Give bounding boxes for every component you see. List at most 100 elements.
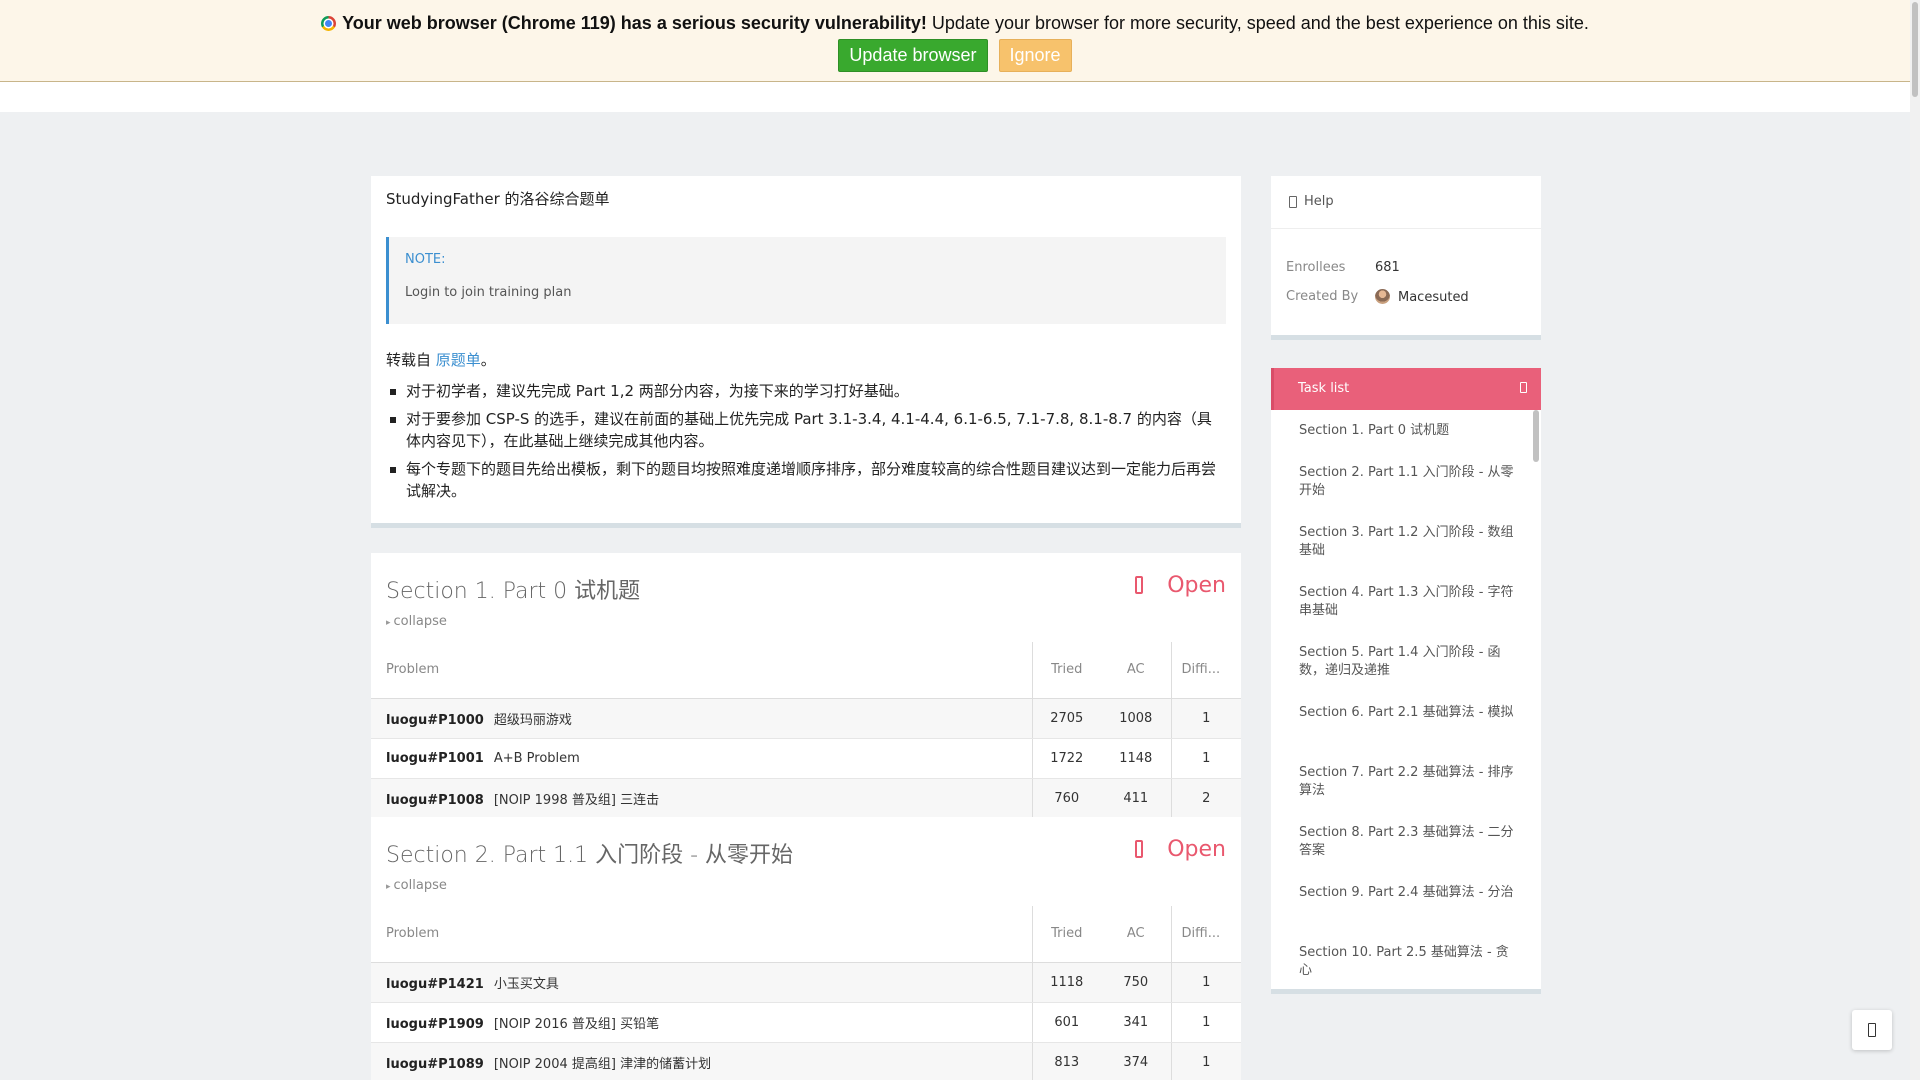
table-row[interactable]: luogu#P1909 [NOIP 2016 普及组] 买铅笔 601 341 1: [371, 1002, 1241, 1043]
header-tried[interactable]: Tried: [1032, 642, 1101, 699]
task-list: Section 1. Part 0 试机题 Section 2. Part 1.…: [1271, 410, 1541, 989]
warning-strong-text: Your web browser (Chrome 119) has a seri…: [342, 13, 927, 33]
problem-name[interactable]: [NOIP 2016 普及组] 买铅笔: [494, 1017, 659, 1032]
tried-count: 760: [1032, 778, 1101, 819]
header-tried[interactable]: Tried: [1032, 906, 1101, 963]
help-icon: [1289, 196, 1297, 208]
list-item: 每个专题下的题目先给出模板，剩下的题目均按照难度递增顺序排序，部分难度较高的综合…: [386, 458, 1226, 502]
tried-count: 813: [1032, 1042, 1101, 1080]
task-item-section-6[interactable]: Section 6. Part 2.1 基础算法 - 模拟: [1271, 692, 1541, 752]
ac-count: 750: [1101, 962, 1171, 1003]
problem-id[interactable]: luogu#P1000: [386, 713, 484, 728]
ac-count: 1148: [1101, 738, 1171, 779]
problem-id[interactable]: luogu#P1909: [386, 1017, 484, 1032]
intro-prefix: 转载自: [386, 351, 436, 369]
lock-icon: [1135, 840, 1144, 858]
list-item: 对于要参加 CSP-S 的选手，建议在前面的基础上优先完成 Part 3.1-3…: [386, 408, 1226, 452]
task-item-section-4[interactable]: Section 4. Part 1.3 入门阶段 - 字符串基础: [1271, 572, 1541, 632]
header-strip: [0, 82, 1910, 112]
warning-message: Your web browser (Chrome 119) has a seri…: [0, 13, 1910, 34]
table-row[interactable]: luogu#P1089 [NOIP 2004 提高组] 津津的储蓄计划 813 3…: [371, 1042, 1241, 1080]
section-1-card: Section 1. Part 0 试机题 Open ▸ collapse Pro…: [371, 553, 1241, 819]
enrollees-value: 681: [1375, 260, 1400, 275]
problem-table: Problem Tried AC Diffi... luogu#P1421 小玉买…: [371, 906, 1241, 1080]
ac-count: 1008: [1101, 698, 1171, 739]
creator[interactable]: Macesuted: [1375, 289, 1469, 305]
page-scrollbar-thumb[interactable]: [1912, 2, 1918, 97]
task-list-panel: Task list Section 1. Part 0 试机题 Section …: [1271, 368, 1541, 994]
scroll-top-icon: [1868, 1023, 1876, 1037]
difficulty-value: 2: [1170, 778, 1241, 819]
help-label: Help: [1304, 194, 1334, 209]
update-browser-button[interactable]: Update browser: [838, 39, 988, 72]
header-difficulty[interactable]: Diffi...: [1170, 642, 1241, 699]
difficulty-value: 1: [1170, 698, 1241, 739]
header-ac[interactable]: AC: [1101, 642, 1171, 699]
problem-id[interactable]: luogu#P1001: [386, 751, 484, 766]
plan-title: StudyingFather 的洛谷综合题单: [386, 190, 610, 208]
task-list-label: Task list: [1298, 381, 1350, 396]
task-list-header[interactable]: Task list: [1271, 368, 1541, 410]
problem-id[interactable]: luogu#P1421: [386, 977, 484, 992]
table-row[interactable]: luogu#P1000 超级玛丽游戏 2705 1008 1: [371, 698, 1241, 739]
creator-name[interactable]: Macesuted: [1398, 290, 1469, 305]
problem-id[interactable]: luogu#P1089: [386, 1057, 484, 1072]
difficulty-value: 1: [1170, 962, 1241, 1003]
task-item-section-5[interactable]: Section 5. Part 1.4 入门阶段 - 函数，递归及递推: [1271, 632, 1541, 692]
help-link[interactable]: Help: [1271, 176, 1541, 229]
intro-suffix: 。: [480, 351, 496, 369]
task-item-section-1[interactable]: Section 1. Part 0 试机题: [1271, 410, 1541, 452]
plan-description-list: 对于初学者，建议先完成 Part 1,2 两部分内容，为接下来的学习打好基础。 …: [386, 380, 1226, 508]
warning-text: Update your browser for more security, s…: [926, 13, 1589, 33]
status-label: Open: [1167, 573, 1226, 598]
ignore-button[interactable]: Ignore: [998, 39, 1072, 72]
note-label: NOTE:: [405, 252, 446, 267]
section-2-card: Section 2. Part 1.1 入门阶段 - 从零开始 Open ▸ co…: [371, 817, 1241, 1080]
page-scrollbar[interactable]: [1910, 0, 1920, 1080]
task-item-section-3[interactable]: Section 3. Part 1.2 入门阶段 - 数组基础: [1271, 512, 1541, 572]
ac-count: 374: [1101, 1042, 1171, 1080]
ac-count: 341: [1101, 1002, 1171, 1043]
table-row[interactable]: luogu#P1008 [NOIP 1998 普及组] 三连击 760 411 2: [371, 778, 1241, 819]
problem-name[interactable]: [NOIP 1998 普及组] 三连击: [494, 793, 659, 808]
task-item-section-7[interactable]: Section 7. Part 2.2 基础算法 - 排序算法: [1271, 752, 1541, 812]
browser-warning-bar: Your web browser (Chrome 119) has a seri…: [0, 0, 1910, 82]
header-problem[interactable]: Problem: [371, 906, 1033, 963]
header-ac[interactable]: AC: [1101, 906, 1171, 963]
chrome-icon: [321, 16, 337, 31]
note-text: Login to join training plan: [405, 285, 572, 300]
table-row[interactable]: luogu#P1001 A+B Problem 1722 1148 1: [371, 738, 1241, 779]
training-plan-card: StudyingFather 的洛谷综合题单 NOTE: Login to jo…: [371, 176, 1241, 528]
problem-table: Problem Tried AC Diffi... luogu#P1000 超级玛…: [371, 642, 1241, 819]
problem-name[interactable]: [NOIP 2004 提高组] 津津的储蓄计划: [494, 1057, 711, 1072]
collapse-toggle[interactable]: ▸ collapse: [386, 878, 447, 893]
header-problem[interactable]: Problem: [371, 642, 1033, 699]
table-row[interactable]: luogu#P1421 小玉买文具 1118 750 1: [371, 962, 1241, 1003]
problem-name[interactable]: 超级玛丽游戏: [494, 713, 572, 728]
task-item-section-2[interactable]: Section 2. Part 1.1 入门阶段 - 从零开始: [1271, 452, 1541, 512]
plan-info-panel: Help Enrollees 681 Created By Macesuted: [1271, 176, 1541, 340]
status-label: Open: [1167, 837, 1226, 862]
enrollees-label: Enrollees: [1286, 260, 1346, 275]
section-title: Section 2. Part 1.1 入门阶段 - 从零开始: [386, 843, 794, 868]
scroll-top-button[interactable]: [1852, 1010, 1892, 1050]
task-item-section-8[interactable]: Section 8. Part 2.3 基础算法 - 二分答案: [1271, 812, 1541, 872]
task-item-section-10[interactable]: Section 10. Part 2.5 基础算法 - 贪心: [1271, 932, 1541, 989]
problem-name[interactable]: 小玉买文具: [494, 977, 559, 992]
avatar: [1375, 289, 1390, 304]
ac-count: 411: [1101, 778, 1171, 819]
list-item: 对于初学者，建议先完成 Part 1,2 两部分内容，为接下来的学习打好基础。: [386, 380, 1226, 402]
tried-count: 2705: [1032, 698, 1101, 739]
difficulty-value: 1: [1170, 738, 1241, 779]
task-list-scrollbar[interactable]: [1533, 410, 1539, 462]
task-item-section-9[interactable]: Section 9. Part 2.4 基础算法 - 分治: [1271, 872, 1541, 932]
plan-intro: 转载自 原题单。: [386, 349, 496, 370]
problem-name[interactable]: A+B Problem: [494, 751, 580, 766]
original-list-link[interactable]: 原题单: [436, 351, 481, 369]
difficulty-value: 1: [1170, 1002, 1241, 1043]
problem-id[interactable]: luogu#P1008: [386, 793, 484, 808]
collapse-toggle[interactable]: ▸ collapse: [386, 614, 447, 629]
section-status: Open: [1135, 837, 1226, 862]
header-difficulty[interactable]: Diffi...: [1170, 906, 1241, 963]
section-title: Section 1. Part 0 试机题: [386, 579, 641, 604]
